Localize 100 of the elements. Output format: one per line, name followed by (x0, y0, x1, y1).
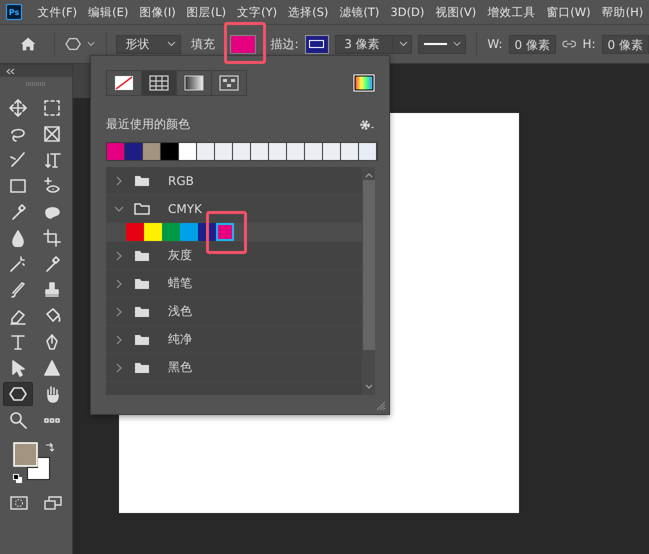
chevron-right-icon (114, 334, 124, 344)
color-swatch[interactable] (216, 223, 234, 241)
folder-icon (134, 334, 150, 346)
height-label: H: (582, 37, 596, 51)
folder-icon (134, 278, 150, 290)
height-field[interactable]: 0 像素 (602, 34, 649, 54)
tool-button[interactable] (3, 382, 33, 406)
width-label: W: (487, 37, 503, 51)
home-icon[interactable] (20, 36, 36, 52)
more-icon (43, 418, 61, 422)
recent-color-swatch[interactable] (197, 143, 215, 160)
eraser-icon (9, 307, 27, 325)
recent-color-swatch[interactable] (341, 143, 359, 160)
recent-colors-label: 最近使用的颜色 (106, 116, 190, 133)
settings-icon[interactable] (359, 118, 375, 130)
swap-icon[interactable] (45, 442, 55, 452)
swatch-group-row[interactable]: RGB (106, 167, 362, 195)
eye-icon (43, 177, 61, 195)
triangle-icon (43, 359, 61, 377)
recent-color-swatch[interactable] (251, 143, 269, 160)
recent-color-swatch[interactable] (359, 143, 377, 160)
stroke-swatch[interactable] (304, 34, 330, 54)
screen-mode-icon[interactable] (44, 496, 62, 510)
grip-handle[interactable] (26, 82, 46, 86)
menu-item[interactable]: 滤镜(T) (334, 4, 385, 20)
crop-icon (43, 229, 61, 247)
swatch-group-row[interactable]: 浅色 (106, 298, 362, 326)
folder-icon (134, 174, 150, 186)
recent-color-swatch[interactable] (305, 143, 323, 160)
highlight-frame (224, 22, 266, 64)
menu-item[interactable]: 增效工具 (482, 4, 541, 20)
type-icon (9, 333, 27, 351)
no-fill-icon (114, 75, 134, 91)
scroll-down-icon[interactable] (364, 384, 372, 389)
color-swatch[interactable] (162, 223, 180, 241)
frame-icon (43, 125, 61, 143)
color-swatch[interactable] (180, 223, 198, 241)
stroke-label: 描边: (270, 36, 299, 52)
recent-color-swatch[interactable] (107, 143, 125, 160)
shape-mode-dropdown[interactable]: 形状 (116, 34, 182, 54)
recent-color-swatch[interactable] (161, 143, 179, 160)
recent-color-swatch[interactable] (233, 143, 251, 160)
menu-item[interactable]: 帮助(H) (596, 4, 649, 20)
gradient-icon (9, 177, 27, 195)
menu-item[interactable]: 窗口(W) (540, 4, 596, 20)
resize-grip-icon[interactable] (376, 401, 386, 411)
gradient-icon (184, 75, 204, 91)
caret-icon[interactable] (87, 41, 96, 47)
caret-icon (167, 41, 176, 47)
menu-item[interactable]: 图层(L) (181, 4, 232, 20)
color-picker-icon[interactable] (353, 74, 375, 92)
menu-item[interactable]: 图像(I) (134, 4, 182, 20)
recent-color-swatch[interactable] (143, 143, 161, 160)
pattern-icon (219, 75, 239, 91)
fill-swatch[interactable] (230, 34, 256, 54)
fill-type-button[interactable] (176, 70, 212, 96)
swatch-group-row[interactable]: 灰度 (106, 242, 362, 270)
arrow-icon (9, 359, 27, 377)
menu-item[interactable]: 编辑(E) (82, 4, 134, 20)
folder-icon (134, 362, 150, 374)
marquee-icon (43, 99, 61, 117)
line-style-icon (424, 43, 448, 45)
swatch-group-row[interactable]: 蜡笔 (106, 270, 362, 298)
swatch-group-row[interactable]: CMYK (106, 195, 362, 223)
default-colors-icon[interactable] (13, 474, 22, 483)
menu-item[interactable]: 3D(D) (384, 5, 430, 19)
fill-label: 填充 (191, 36, 216, 52)
line-style-dropdown[interactable] (418, 34, 466, 54)
fill-type-button[interactable] (141, 70, 177, 96)
recent-color-swatch[interactable] (179, 143, 197, 160)
app-logo[interactable]: Ps (6, 4, 22, 20)
recent-color-swatch[interactable] (125, 143, 143, 160)
width-field[interactable]: 0 像素 (508, 34, 556, 54)
scrollbar-thumb[interactable] (362, 180, 374, 350)
fill-type-button[interactable] (211, 70, 247, 96)
recent-color-swatch[interactable] (215, 143, 233, 160)
stroke-width-dropdown[interactable]: 3 像素 (335, 34, 412, 54)
menu-item[interactable]: 视图(V) (430, 4, 482, 20)
recent-color-swatch[interactable] (323, 143, 341, 160)
menu-item[interactable]: 文件(F) (32, 4, 83, 20)
foreground-color-swatch[interactable] (13, 442, 38, 467)
menu-item[interactable]: 选择(S) (282, 4, 334, 20)
recent-color-swatch[interactable] (287, 143, 305, 160)
color-swatch[interactable] (126, 223, 144, 241)
fill-type-button[interactable] (106, 70, 142, 96)
link-icon[interactable] (562, 39, 576, 49)
color-swatch[interactable] (144, 223, 162, 241)
quick-mask-icon[interactable] (10, 496, 28, 510)
swatch-group-row[interactable]: 黑色 (106, 354, 362, 382)
scroll-up-icon[interactable] (364, 173, 372, 178)
folder-icon (134, 250, 150, 262)
move-icon (9, 99, 27, 117)
chevron-down-icon (114, 204, 124, 212)
menu-item[interactable]: 文字(Y) (232, 4, 283, 20)
swatch-group-row[interactable]: 纯净 (106, 326, 362, 354)
collapse-icon[interactable] (6, 68, 15, 74)
recent-color-swatch[interactable] (269, 143, 287, 160)
background-color-swatch[interactable] (27, 457, 50, 480)
hexagon-icon[interactable] (65, 36, 82, 52)
chevron-right-icon (114, 306, 124, 316)
